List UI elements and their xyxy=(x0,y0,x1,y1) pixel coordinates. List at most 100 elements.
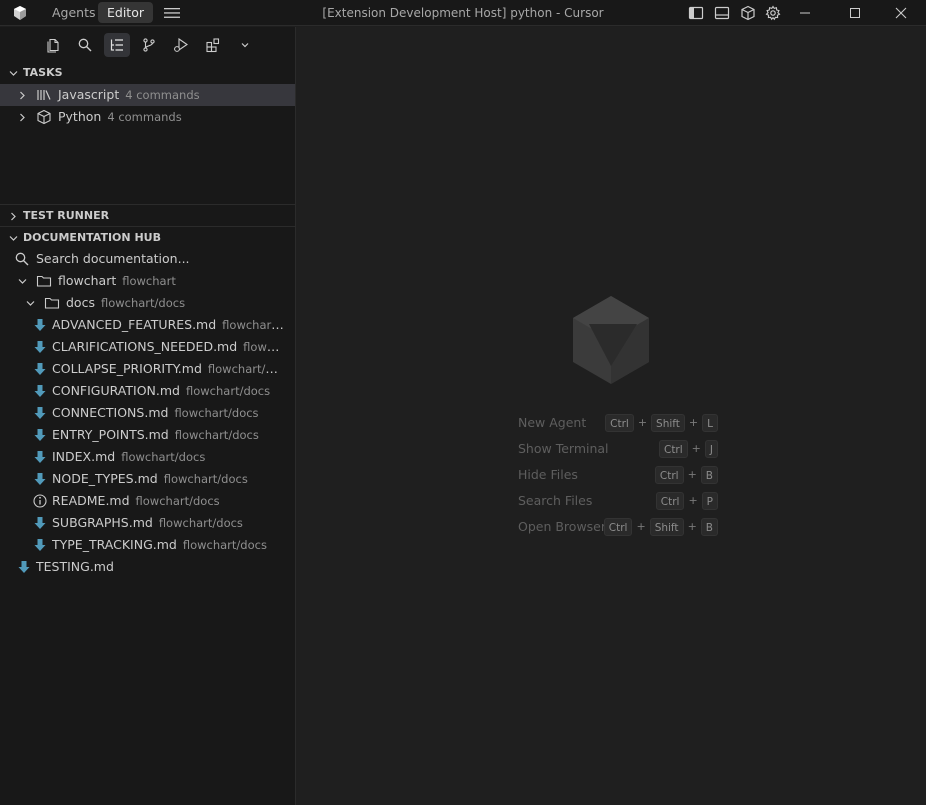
file-path: flowchart/d... xyxy=(222,318,285,332)
chevron-right-icon xyxy=(20,91,25,100)
toggle-panel-icon[interactable] xyxy=(714,5,730,21)
shortcut-row[interactable]: Show Terminal Ctrl + J xyxy=(518,439,718,459)
file-item[interactable]: CLARIFICATIONS_NEEDED.md flowchar... xyxy=(0,336,295,358)
search-icon xyxy=(78,38,92,52)
file-item[interactable]: TYPE_TRACKING.md flowchart/docs xyxy=(0,534,295,556)
task-item-python[interactable]: Python 4 commands xyxy=(0,106,295,128)
folder-icon xyxy=(36,275,52,287)
shortcut-row[interactable]: Search Files Ctrl + P xyxy=(518,491,718,511)
file-name: README.md xyxy=(52,493,130,508)
run-debug-button[interactable] xyxy=(168,33,194,57)
markdown-icon xyxy=(34,407,46,419)
shortcut-label: Open Browser xyxy=(518,519,607,534)
section-title: DOCUMENTATION HUB xyxy=(23,231,161,244)
plus-sign: + xyxy=(636,520,646,533)
file-item[interactable]: README.md flowchart/docs xyxy=(0,490,295,512)
file-item-testing[interactable]: TESTING.md xyxy=(0,556,295,578)
file-name: CONNECTIONS.md xyxy=(52,405,169,420)
file-item[interactable]: COLLAPSE_PRIORITY.md flowchart/docs xyxy=(0,358,295,380)
markdown-icon xyxy=(34,429,46,441)
key-cap: Ctrl xyxy=(603,518,633,536)
more-views-button[interactable] xyxy=(232,33,258,57)
file-name: INDEX.md xyxy=(52,449,116,464)
shortcut-keys: Ctrl + P xyxy=(655,491,718,511)
extensions-button[interactable] xyxy=(200,33,226,57)
file-item[interactable]: INDEX.md flowchart/docs xyxy=(0,446,295,468)
markdown-icon xyxy=(34,341,46,353)
sidebar: TASKS Javascript 4 commands Python 4 comma… xyxy=(0,27,296,805)
plus-sign: + xyxy=(688,416,699,429)
section-title: TASKS xyxy=(23,66,63,79)
file-item[interactable]: SUBGRAPHS.md flowchart/docs xyxy=(0,512,295,534)
shortcut-label: Search Files xyxy=(518,493,593,508)
shortcut-row[interactable]: Open Browser Ctrl + Shift + B xyxy=(518,517,718,537)
file-item[interactable]: NODE_TYPES.md flowchart/docs xyxy=(0,468,295,490)
markdown-icon xyxy=(34,363,46,375)
test-runner-section-header[interactable]: TEST RUNNER xyxy=(0,205,295,227)
file-item[interactable]: ENTRY_POINTS.md flowchart/docs xyxy=(0,424,295,446)
minimize-icon[interactable] xyxy=(795,3,815,23)
folder-path: flowchart/docs xyxy=(100,296,186,310)
markdown-icon xyxy=(18,561,30,573)
markdown-icon xyxy=(34,517,46,529)
menu-icon[interactable] xyxy=(163,6,181,20)
file-name: ADVANCED_FEATURES.md xyxy=(52,317,217,332)
gear-icon[interactable] xyxy=(765,5,781,21)
file-path: flowchart/docs xyxy=(163,472,248,486)
tab-editor[interactable]: Editor xyxy=(98,2,153,23)
tab-agents[interactable]: Agents xyxy=(43,2,105,23)
maximize-icon[interactable] xyxy=(845,3,865,23)
documentation-hub-section-header[interactable]: DOCUMENTATION HUB xyxy=(0,227,295,249)
shortcut-keys: Ctrl + J xyxy=(658,439,718,459)
toggle-sidebar-icon[interactable] xyxy=(688,5,704,21)
title-bar: Agents Editor [Extension Development Hos… xyxy=(0,0,926,26)
folder-icon xyxy=(44,297,60,309)
chevron-down-icon xyxy=(9,71,18,76)
file-path: flowchart/docs xyxy=(121,450,206,464)
chevron-right-icon xyxy=(11,212,16,221)
file-path: flowchart/docs xyxy=(182,538,267,552)
key-cap: Ctrl xyxy=(654,466,684,484)
explorer-button[interactable] xyxy=(40,33,66,57)
folder-name: docs xyxy=(66,295,95,310)
file-name: CLARIFICATIONS_NEEDED.md xyxy=(52,339,238,354)
task-item-javascript[interactable]: Javascript 4 commands xyxy=(0,84,295,106)
file-path: flowchart/docs xyxy=(207,362,285,376)
cursor-logo-icon[interactable] xyxy=(12,5,28,21)
plus-sign: + xyxy=(687,520,697,533)
task-description: 4 commands xyxy=(125,88,200,102)
file-name: CONFIGURATION.md xyxy=(52,383,180,398)
folder-flowchart[interactable]: flowchart flowchart xyxy=(0,270,295,292)
folder-docs[interactable]: docs flowchart/docs xyxy=(0,292,295,314)
task-name: Javascript xyxy=(58,87,120,102)
cube-icon[interactable] xyxy=(740,5,756,21)
key-cap: J xyxy=(704,440,718,458)
package-icon xyxy=(37,109,51,125)
search-documentation-item[interactable]: Search documentation... xyxy=(0,248,295,270)
markdown-icon xyxy=(34,451,46,463)
file-item[interactable]: CONFIGURATION.md flowchart/docs xyxy=(0,380,295,402)
close-icon[interactable] xyxy=(891,3,911,23)
list-tree-icon xyxy=(110,39,123,51)
source-control-button[interactable] xyxy=(136,33,162,57)
shortcut-row[interactable]: Hide Files Ctrl + B xyxy=(518,465,718,485)
task-description: 4 commands xyxy=(107,110,182,124)
search-documentation-label: Search documentation... xyxy=(36,251,190,266)
plus-sign: + xyxy=(688,494,698,507)
file-name: NODE_TYPES.md xyxy=(52,471,158,486)
plus-sign: + xyxy=(687,468,697,481)
folder-name: flowchart xyxy=(58,273,117,288)
shortcut-row[interactable]: New Agent Ctrl + Shift + L xyxy=(518,413,718,433)
shortcut-label: Show Terminal xyxy=(518,441,609,456)
key-cap: Ctrl xyxy=(655,492,685,510)
outline-button[interactable] xyxy=(104,33,130,57)
chevron-down-icon xyxy=(18,279,27,284)
files-icon xyxy=(47,38,59,53)
search-button[interactable] xyxy=(72,33,98,57)
chevron-down-icon xyxy=(9,236,18,241)
tasks-section-header[interactable]: TASKS xyxy=(0,62,295,84)
file-item[interactable]: CONNECTIONS.md flowchart/docs xyxy=(0,402,295,424)
file-name: SUBGRAPHS.md xyxy=(52,515,153,530)
markdown-icon xyxy=(34,319,46,331)
file-item[interactable]: ADVANCED_FEATURES.md flowchart/d... xyxy=(0,314,295,336)
